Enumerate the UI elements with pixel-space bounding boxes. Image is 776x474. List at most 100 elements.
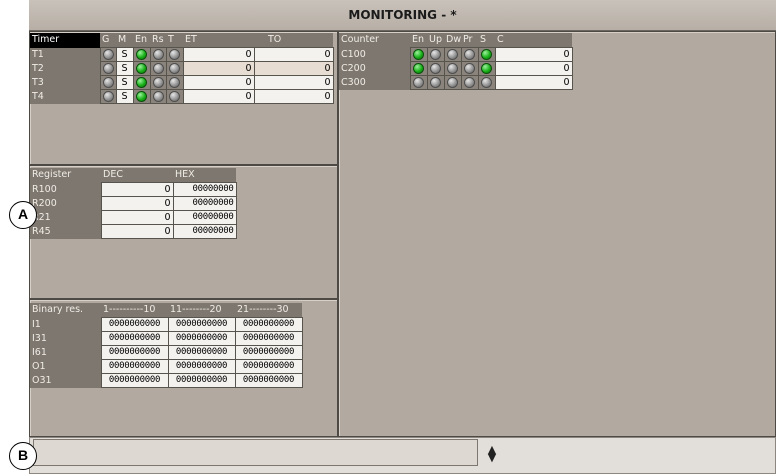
timer-to-value[interactable]: 0: [253, 47, 334, 62]
timer-rs-cell[interactable]: [149, 75, 167, 90]
timer-mode[interactable]: S: [115, 75, 134, 90]
binary-bits-1-10[interactable]: 0000000000: [100, 359, 169, 374]
table-row: C200 0: [339, 61, 573, 76]
timer-to-value[interactable]: 0: [253, 89, 334, 104]
counter-dw-cell[interactable]: [443, 75, 462, 90]
register-panel: Register DEC HEX R100 0 00000000 R200 0 00000…: [29, 165, 338, 299]
timer-rs-cell[interactable]: [149, 89, 167, 104]
counter-pr-cell[interactable]: [460, 47, 479, 62]
timer-to-value[interactable]: 0: [253, 61, 334, 76]
timer-t-cell[interactable]: [165, 89, 184, 104]
timer-to-value[interactable]: 0: [253, 75, 334, 90]
counter-pr-cell[interactable]: [460, 75, 479, 90]
binary-header-row: Binary res. 1----------10 11--------20 2…: [30, 303, 302, 318]
register-dec-value[interactable]: 0: [100, 224, 174, 239]
counter-en-cell[interactable]: [409, 61, 428, 76]
counter-pr-cell[interactable]: [460, 61, 479, 76]
timer-en-led-icon: [136, 49, 147, 60]
table-row: R100 0 00000000: [30, 182, 237, 197]
counter-c-value[interactable]: 0: [494, 75, 573, 90]
register-hex-value[interactable]: 00000000: [172, 224, 237, 239]
table-row: T1 S 0 0: [30, 47, 334, 62]
binary-bits-21-30[interactable]: 0000000000: [234, 359, 303, 374]
register-hex-value[interactable]: 00000000: [172, 196, 237, 211]
counter-header-s: S: [478, 33, 495, 48]
timer-mode[interactable]: S: [115, 47, 134, 62]
timer-t-led-icon: [169, 49, 180, 60]
binary-bits-21-30[interactable]: 0000000000: [234, 331, 303, 346]
callout-a: A: [9, 201, 37, 229]
timer-et-value[interactable]: 0: [182, 47, 255, 62]
table-row: O31 0000000000 0000000000 0000000000: [30, 373, 303, 388]
binary-bits-21-30[interactable]: 0000000000: [234, 345, 303, 360]
counter-en-cell[interactable]: [409, 75, 428, 90]
register-hex-value[interactable]: 00000000: [172, 182, 237, 197]
table-row: R21 0 00000000: [30, 210, 237, 225]
counter-dw-cell[interactable]: [443, 47, 462, 62]
counter-s-cell[interactable]: [477, 61, 496, 76]
title-bar[interactable]: MONITORING - *: [29, 0, 776, 31]
timer-mode[interactable]: S: [115, 61, 134, 76]
timer-rs-led-icon: [152, 49, 164, 60]
timer-g-led-icon: [102, 77, 114, 88]
counter-s-cell[interactable]: [477, 75, 496, 90]
timer-en-cell[interactable]: [132, 47, 151, 62]
timer-en-cell[interactable]: [132, 61, 151, 76]
timer-mode[interactable]: S: [115, 89, 134, 104]
register-dec-value[interactable]: 0: [100, 182, 174, 197]
binary-bits-11-20[interactable]: 0000000000: [167, 345, 236, 360]
timer-t-cell[interactable]: [165, 61, 184, 76]
counter-en-led-icon: [413, 49, 424, 60]
counter-en-cell[interactable]: [409, 47, 428, 62]
counter-header-up: Up: [427, 33, 444, 48]
counter-up-cell[interactable]: [426, 75, 445, 90]
counter-pr-led-icon: [464, 77, 475, 88]
binary-bits-11-20[interactable]: 0000000000: [167, 317, 236, 332]
counter-name: C100: [339, 47, 410, 62]
binary-bits-1-10[interactable]: 0000000000: [100, 317, 169, 332]
timer-header-et: ET: [183, 33, 254, 48]
register-dec-value[interactable]: 0: [100, 210, 174, 225]
binary-bits-1-10[interactable]: 0000000000: [100, 331, 169, 346]
counter-up-led-icon: [430, 77, 441, 88]
register-dec-value[interactable]: 0: [100, 196, 174, 211]
binary-bits-21-30[interactable]: 0000000000: [234, 317, 303, 332]
binary-bits-21-30[interactable]: 0000000000: [234, 373, 303, 388]
binary-bits-11-20[interactable]: 0000000000: [167, 331, 236, 346]
binary-bits-1-10[interactable]: 0000000000: [100, 373, 169, 388]
counter-up-led-icon: [430, 49, 441, 60]
timer-t-cell[interactable]: [165, 75, 184, 90]
timer-en-led-icon: [136, 77, 147, 88]
timer-en-cell[interactable]: [132, 75, 151, 90]
timer-rs-cell[interactable]: [149, 61, 167, 76]
timer-en-cell[interactable]: [132, 89, 151, 104]
table-row: R45 0 00000000: [30, 224, 237, 239]
timer-et-value[interactable]: 0: [182, 89, 255, 104]
counter-header-dw: Dw: [444, 33, 461, 48]
counter-c-value[interactable]: 0: [494, 61, 573, 76]
binary-bits-11-20[interactable]: 0000000000: [167, 359, 236, 374]
callout-b: B: [9, 442, 37, 470]
binary-bits-1-10[interactable]: 0000000000: [100, 345, 169, 360]
timer-et-value[interactable]: 0: [182, 75, 255, 90]
timer-t-cell[interactable]: [165, 47, 184, 62]
counter-s-cell[interactable]: [477, 47, 496, 62]
binary-name: I31: [30, 331, 101, 346]
counter-dw-cell[interactable]: [443, 61, 462, 76]
timer-et-value[interactable]: 0: [182, 61, 255, 76]
timer-g-cell[interactable]: [99, 89, 117, 104]
counter-up-cell[interactable]: [426, 47, 445, 62]
timer-g-cell[interactable]: [99, 75, 117, 90]
counter-c-value[interactable]: 0: [494, 47, 573, 62]
counter-up-cell[interactable]: [426, 61, 445, 76]
timer-name: T1: [30, 47, 100, 62]
timer-rs-cell[interactable]: [149, 47, 167, 62]
counter-pr-led-icon: [464, 63, 475, 74]
binary-bits-11-20[interactable]: 0000000000: [167, 373, 236, 388]
timer-g-cell[interactable]: [99, 47, 117, 62]
register-hex-value[interactable]: 00000000: [172, 210, 237, 225]
command-input[interactable]: [33, 439, 478, 466]
binary-header-name: Binary res.: [30, 303, 101, 318]
spinner-arrows-icon[interactable]: ▲ ▼: [485, 444, 499, 463]
timer-g-cell[interactable]: [99, 61, 117, 76]
